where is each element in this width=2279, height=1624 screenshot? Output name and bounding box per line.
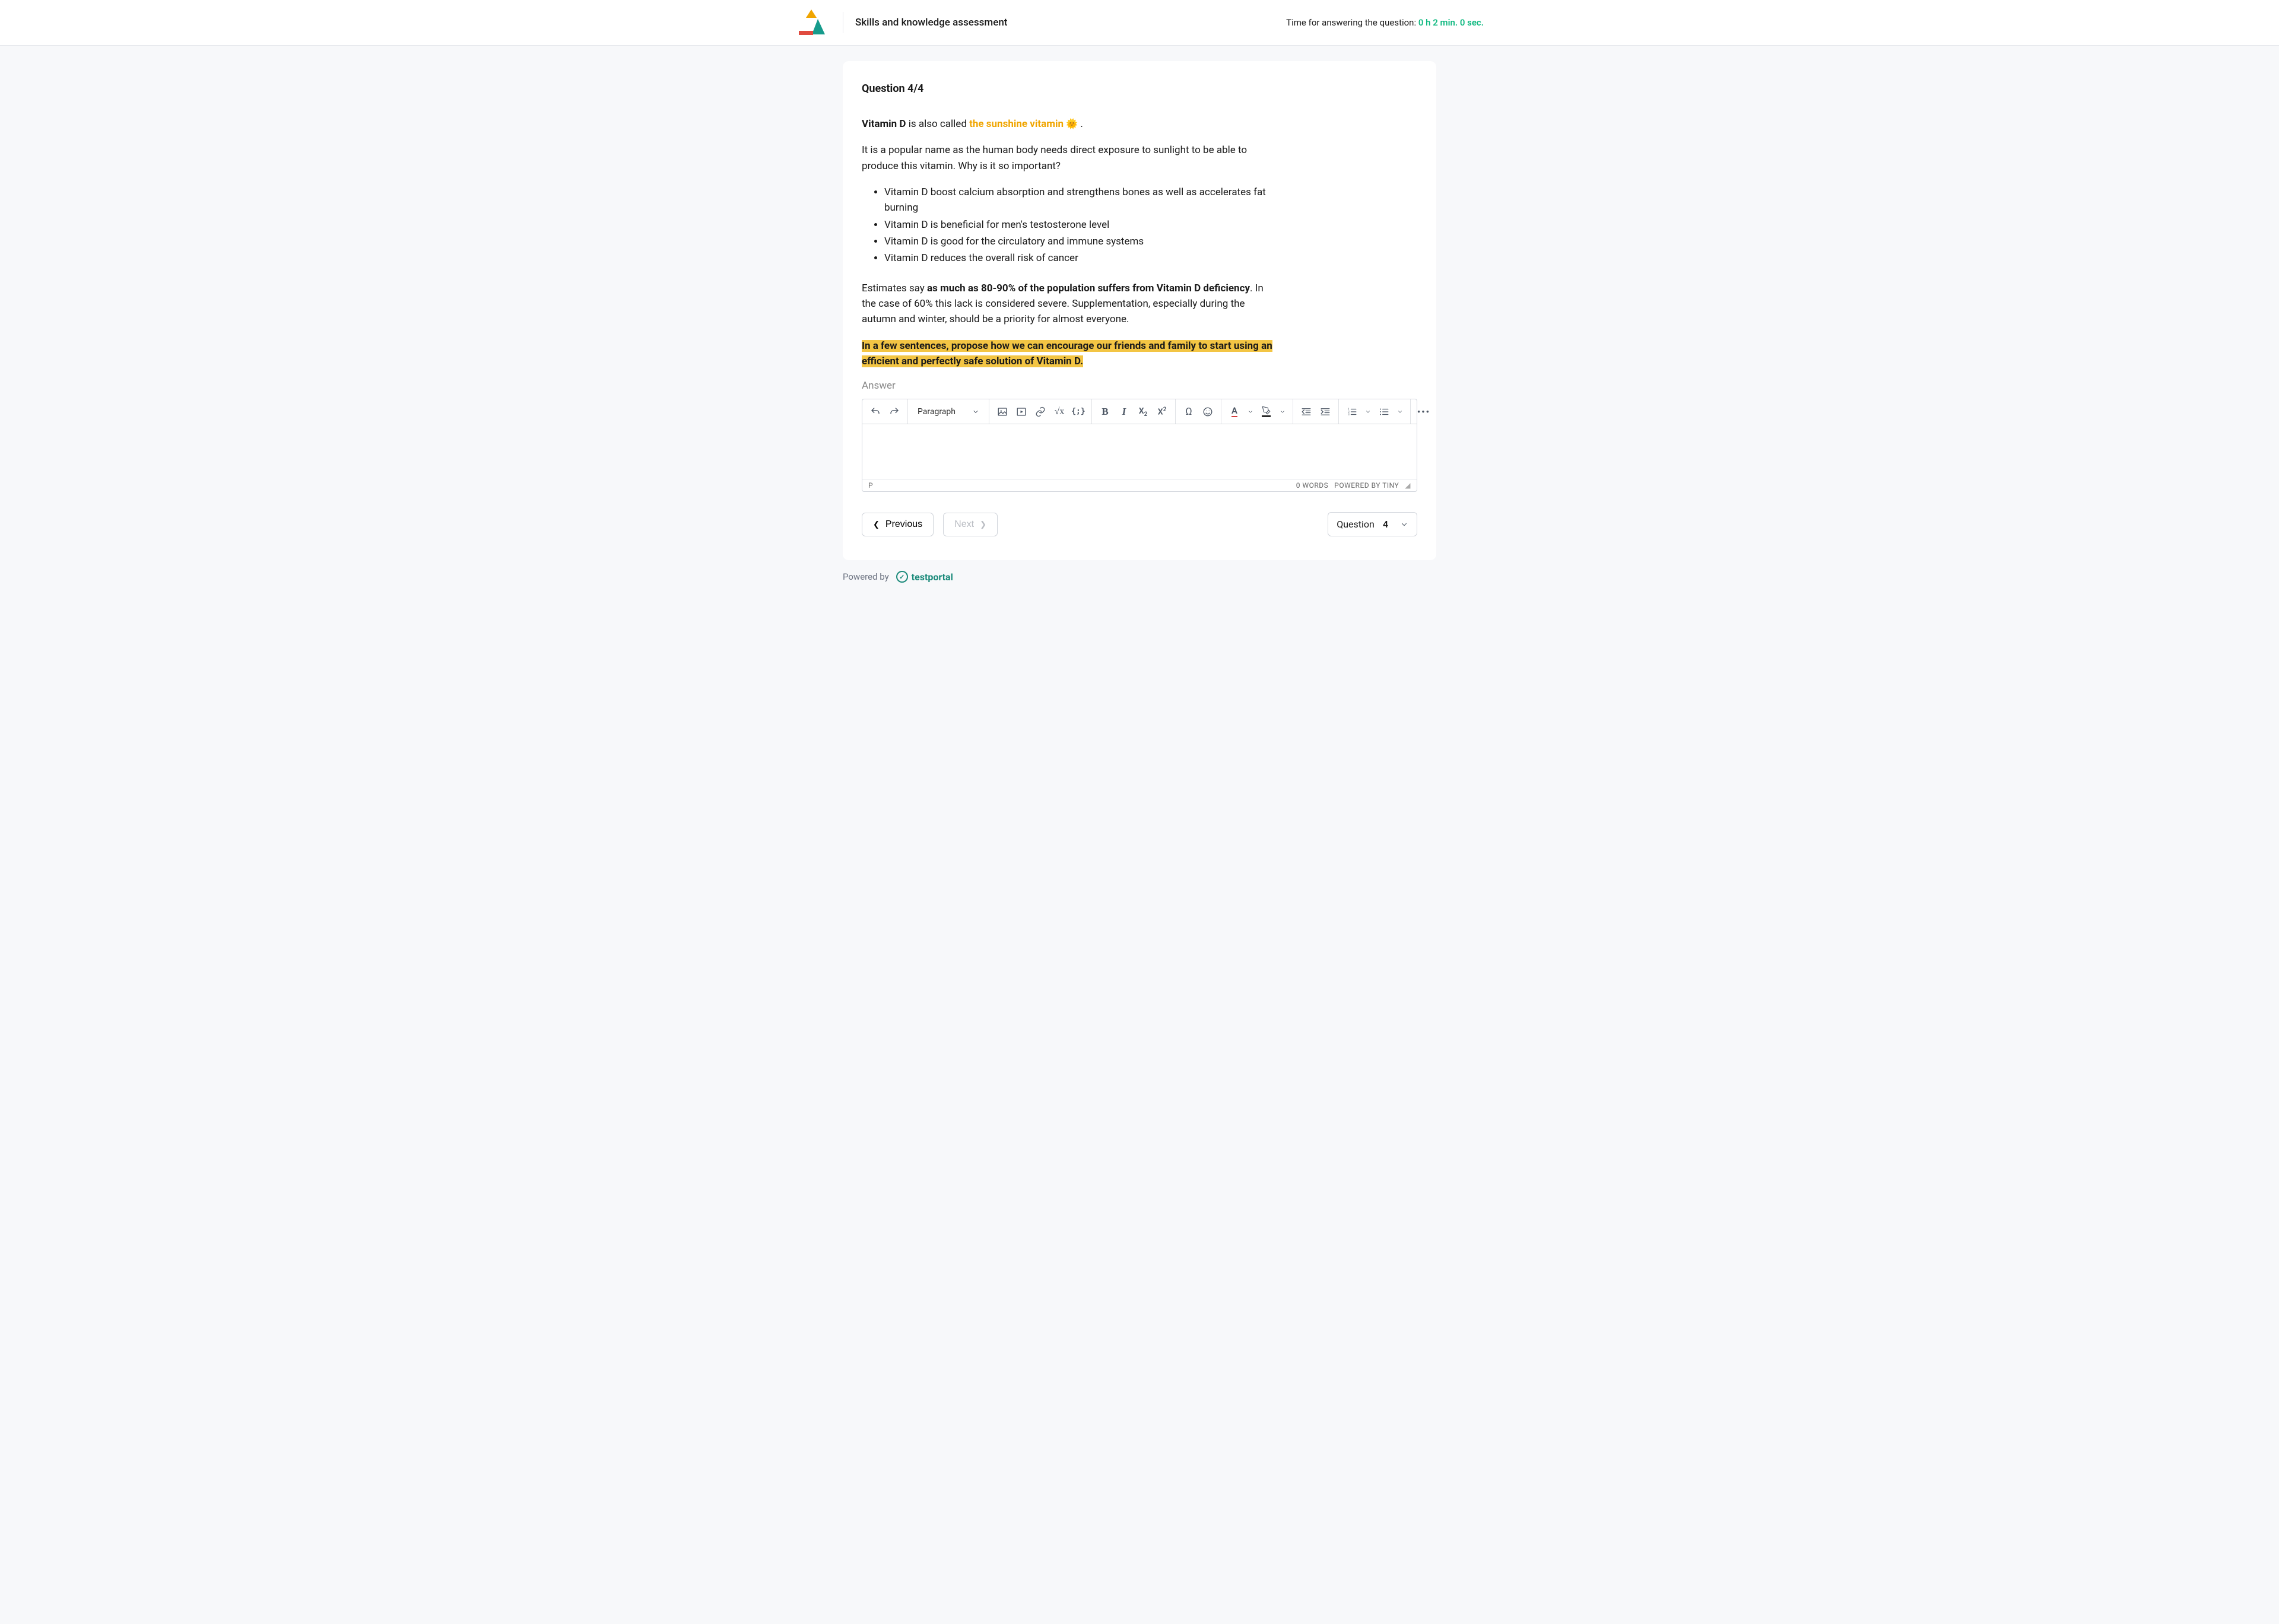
nav-row: ❮ Previous Next ❯ Question 4 [862, 512, 1417, 536]
question-selector[interactable]: Question 4 [1328, 512, 1417, 536]
format-select-label: Paragraph [918, 407, 956, 417]
editor-path: P [868, 481, 873, 490]
assessment-title: Skills and knowledge assessment [855, 17, 1007, 28]
footer-powered-by: Powered by [843, 571, 889, 582]
word-count: 0 WORDS [1296, 481, 1329, 490]
resize-grip[interactable]: ◢ [1405, 481, 1411, 490]
question-card: Question 4/4 Vitamin D is also called th… [843, 61, 1436, 560]
intro-paragraph-2: It is a popular name as the human body n… [862, 142, 1277, 174]
svg-text:3: 3 [1348, 413, 1350, 417]
intro-end: . [1078, 118, 1083, 130]
bullet-list-button[interactable] [1375, 402, 1394, 421]
insert-equation-button[interactable]: √x [1050, 402, 1069, 421]
insert-image-button[interactable] [993, 402, 1012, 421]
text-color-button[interactable]: A [1225, 402, 1244, 421]
subscript-button[interactable]: X2 [1134, 402, 1153, 421]
previous-label: Previous [885, 519, 922, 530]
list-item: Vitamin D reduces the overall risk of ca… [884, 250, 1277, 266]
editor-toolbar: Paragraph √x [862, 399, 1417, 424]
check-circle-icon: ✓ [896, 571, 908, 583]
chevron-down-icon [972, 408, 979, 415]
question-counter: Question 4/4 [862, 82, 1417, 95]
highlight-color-dropdown[interactable] [1276, 402, 1289, 421]
question-prompt-highlight: In a few sentences, propose how we can e… [862, 340, 1272, 367]
special-char-button[interactable]: Ω [1179, 402, 1198, 421]
editor-textarea[interactable] [862, 424, 1417, 479]
app-header: Skills and knowledge assessment Time for… [0, 0, 2279, 46]
chevron-down-icon [1400, 520, 1408, 529]
numbered-list-dropdown[interactable] [1361, 402, 1375, 421]
estimates-pre: Estimates say [862, 282, 927, 294]
timer: Time for answering the question: 0 h 2 m… [1286, 17, 1484, 28]
chevron-right-icon: ❯ [980, 520, 986, 529]
numbered-list-button[interactable]: 123 [1342, 402, 1361, 421]
previous-button[interactable]: ❮ Previous [862, 513, 934, 536]
intro-mid: is also called [906, 118, 969, 130]
rich-text-editor: Paragraph √x [862, 399, 1417, 492]
list-item: Vitamin D is good for the circulatory an… [884, 234, 1277, 249]
intro-strong: Vitamin D [862, 118, 906, 130]
estimates-bold: as much as 80-90% of the population suff… [927, 282, 1250, 294]
selector-value: 4 [1383, 519, 1388, 530]
chevron-left-icon: ❮ [873, 520, 880, 529]
insert-code-button[interactable]: {;} [1069, 402, 1088, 421]
bullet-list: Vitamin D boost calcium absorption and s… [862, 185, 1277, 266]
list-item: Vitamin D boost calcium absorption and s… [884, 185, 1277, 216]
timer-label: Time for answering the question: [1286, 17, 1416, 28]
more-options-button[interactable]: ••• [1414, 402, 1433, 421]
emoji-button[interactable] [1198, 402, 1217, 421]
footer: Powered by ✓ testportal [831, 571, 1448, 583]
next-button[interactable]: Next ❯ [943, 513, 998, 536]
italic-button[interactable]: I [1115, 402, 1134, 421]
timer-value: 0 h 2 min. 0 sec. [1418, 17, 1484, 28]
bullet-list-dropdown[interactable] [1394, 402, 1407, 421]
superscript-button[interactable]: X2 [1153, 402, 1172, 421]
intro-sunshine: the sunshine vitamin [969, 118, 1066, 130]
brand-logo [795, 8, 831, 37]
indent-button[interactable] [1316, 402, 1335, 421]
highlight-color-button[interactable] [1257, 402, 1276, 421]
testportal-brand: testportal [912, 571, 953, 583]
sun-emoji: 🌞 [1066, 118, 1078, 129]
selector-label: Question [1337, 519, 1375, 530]
editor-powered-by: POWERED BY TINY [1334, 481, 1399, 490]
next-label: Next [954, 519, 974, 530]
outdent-button[interactable] [1297, 402, 1316, 421]
insert-link-button[interactable] [1031, 402, 1050, 421]
format-select[interactable]: Paragraph [912, 402, 985, 421]
undo-button[interactable] [866, 402, 885, 421]
redo-button[interactable] [885, 402, 904, 421]
text-color-dropdown[interactable] [1244, 402, 1257, 421]
editor-statusbar: P 0 WORDS POWERED BY TINY ◢ [862, 479, 1417, 491]
insert-media-button[interactable] [1012, 402, 1031, 421]
bold-button[interactable]: B [1096, 402, 1115, 421]
question-body: Vitamin D is also called the sunshine vi… [862, 116, 1417, 369]
list-item: Vitamin D is beneficial for men's testos… [884, 217, 1277, 233]
answer-label: Answer [862, 380, 1417, 392]
testportal-logo[interactable]: ✓ testportal [896, 571, 953, 583]
